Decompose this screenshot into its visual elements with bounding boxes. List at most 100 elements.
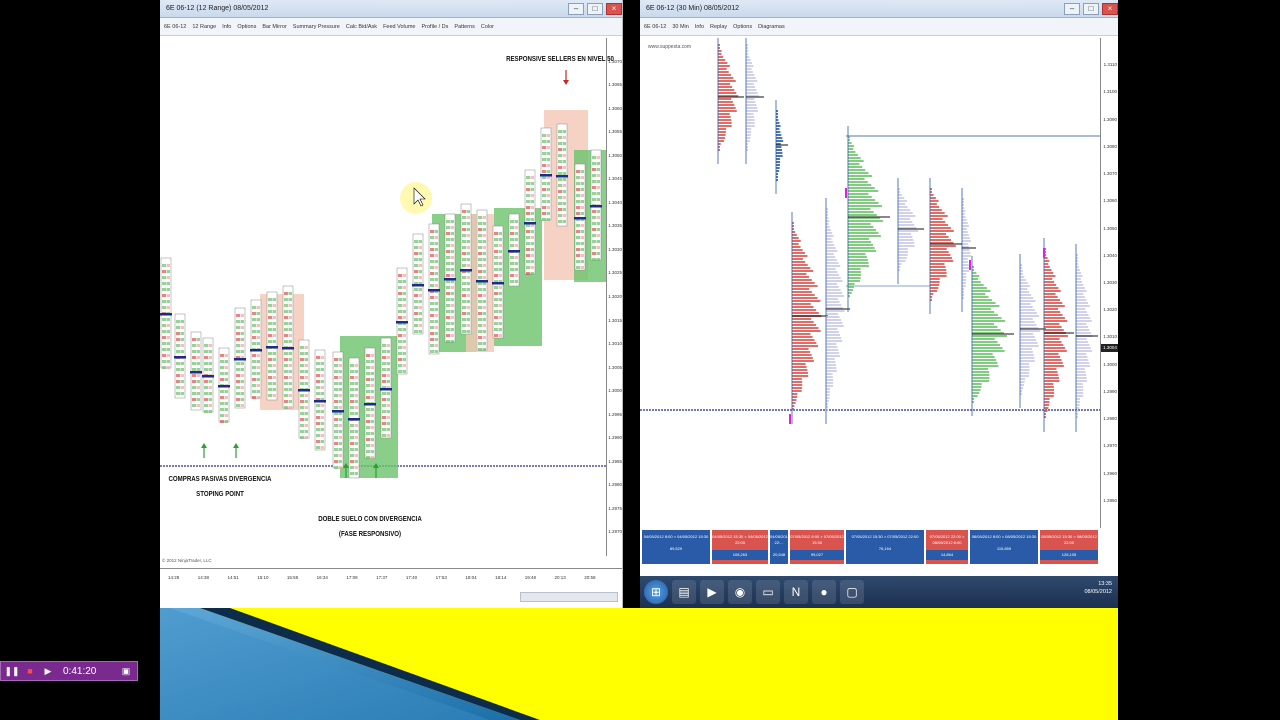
profile-bar — [1044, 401, 1050, 403]
right-toolbar-item[interactable]: Diagramas — [758, 24, 785, 30]
profile-bar — [1044, 305, 1065, 307]
footprint-cell — [576, 236, 580, 239]
profile-bar — [826, 220, 830, 222]
footprint-cell — [576, 206, 580, 209]
left-toolbar-item[interactable]: Info — [222, 24, 231, 30]
session-cell[interactable]: 04/05/2012 15:30 > 04/05/2012 22:00 108,2… — [712, 530, 768, 564]
horizontal-scrollbar[interactable] — [520, 592, 618, 602]
start-button[interactable]: ⊞ — [644, 580, 668, 604]
left-toolbar-item[interactable]: Patterns — [454, 24, 474, 30]
footprint-cell — [284, 298, 288, 301]
footprint-cell — [526, 200, 530, 203]
footprint-cell — [338, 370, 342, 373]
ninjatrader-icon[interactable]: N — [784, 580, 808, 604]
price-tick-label: 1.3030 — [608, 246, 622, 252]
profile-bar — [848, 232, 879, 234]
maximize-button[interactable]: □ — [1083, 2, 1099, 15]
footprint-cell — [446, 310, 450, 313]
profile-bar — [826, 301, 840, 303]
chrome-icon[interactable]: ● — [812, 580, 836, 604]
footprint-cell — [596, 156, 600, 159]
profile-bar — [848, 157, 861, 159]
footprint-cell — [478, 222, 482, 225]
right-toolbar-item[interactable]: 6E 06-12 — [644, 24, 666, 30]
footprint-cell — [284, 328, 288, 331]
pause-button[interactable]: ❚❚ — [4, 664, 19, 678]
profile-bar — [718, 140, 724, 142]
footprint-cell — [482, 216, 486, 219]
left-toolbar-item[interactable]: 12 Range — [192, 24, 216, 30]
profile-bar — [718, 62, 728, 64]
session-cell[interactable]: 08/05/2012 15:30 > 08/05/2012 22:00 128,1… — [1040, 530, 1098, 564]
footprint-cell — [236, 374, 240, 377]
price-axis[interactable]: 1.3110 1.3100 1.3090 1.3080 1.3070 1.3060 1.30… — [1100, 38, 1118, 528]
right-toolbar-item[interactable]: Replay — [710, 24, 727, 30]
session-cell[interactable]: 04/05/2012 22:... 20,548 — [770, 530, 791, 564]
profile-bar — [776, 128, 780, 130]
left-toolbar-item[interactable]: Feed Volume — [383, 24, 415, 30]
footprint-cell — [268, 376, 272, 379]
left-toolbar-item[interactable]: Options — [237, 24, 256, 30]
footprint-cell — [240, 368, 244, 371]
taskbar-clock[interactable]: 13:35 08/05/2012 — [1084, 580, 1112, 596]
footprint-cell — [382, 350, 386, 353]
price-tick-label: 1.2985 — [608, 458, 622, 464]
close-button[interactable]: × — [606, 2, 622, 15]
document-icon[interactable]: ▢ — [840, 580, 864, 604]
footprint-cell — [284, 370, 288, 373]
menu-button[interactable]: ▣ — [119, 664, 133, 678]
stop-button[interactable]: ■ — [23, 664, 37, 678]
profile-bar — [792, 378, 802, 380]
left-toolbar-item[interactable]: Profile / Ds — [421, 24, 448, 30]
close-button[interactable]: × — [1102, 2, 1118, 15]
footprint-cell — [494, 244, 498, 247]
session-cell[interactable]: 07/05/2012 8:00 > 07/05/2012 15:30 99,027 — [790, 530, 844, 564]
right-window-titlebar[interactable]: 6E 06-12 (30 Min) 08/05/2012 – □ × — [640, 0, 1118, 18]
footprint-cell — [166, 294, 170, 297]
media-icon[interactable]: ▶ — [700, 580, 724, 604]
profile-bar — [848, 193, 869, 195]
session-cell[interactable]: 07/05/2012 15:30 > 07/05/2012 22:00 76,16… — [846, 530, 924, 564]
session-cell[interactable]: 04/05/2012 8:00 > 04/05/2012 15:30 89,529 — [642, 530, 710, 564]
left-toolbar-item[interactable]: Summary Pressure — [293, 24, 340, 30]
folder-icon[interactable]: ▭ — [756, 580, 780, 604]
session-cell[interactable]: 07/05/2012 22:00 > 08/05/2012 8:00 14,864 — [926, 530, 968, 564]
footprint-cell — [526, 212, 530, 215]
footprint-cell — [450, 232, 454, 235]
left-window-titlebar[interactable]: 6E 06-12 (12 Range) 08/05/2012 – □ × — [160, 0, 622, 18]
right-toolbar-item[interactable]: 30 Min — [672, 24, 689, 30]
price-axis[interactable]: 1.3070 1.3065 1.3060 1.3055 1.3050 1.3045 1.30… — [606, 38, 622, 556]
profile-bar — [792, 300, 821, 302]
session-range: 04/05/2012 22:... — [770, 534, 791, 545]
explorer-icon[interactable]: ▤ — [672, 580, 696, 604]
footprint-chart-window[interactable]: 6E 06-12 (12 Range) 08/05/2012 – □ × 6E … — [160, 0, 623, 608]
left-toolbar-item[interactable]: 6E 06-12 — [164, 24, 186, 30]
footprint-cell — [466, 210, 470, 213]
right-toolbar-item[interactable]: Options — [733, 24, 752, 30]
poc-marker — [364, 403, 376, 406]
profile-bar — [1044, 278, 1053, 280]
left-toolbar-item[interactable]: Bar Mirror — [262, 24, 286, 30]
footprint-cell — [304, 376, 308, 379]
profile-bar — [972, 347, 1003, 349]
play-button[interactable]: ▶ — [41, 664, 55, 678]
footprint-cell — [162, 300, 166, 303]
footprint-cell — [304, 418, 308, 421]
market-profile-window[interactable]: 6E 06-12 (30 Min) 08/05/2012 – □ × 6E 06… — [640, 0, 1118, 608]
maximize-button[interactable]: □ — [587, 2, 603, 15]
left-toolbar-item[interactable]: Calc Bid/Ask — [346, 24, 377, 30]
footprint-cell — [414, 264, 418, 267]
poc-marker — [396, 321, 408, 324]
footprint-cell — [240, 326, 244, 329]
session-cell[interactable]: 08/05/2012 8:00 > 08/05/2012 15:30 119,85… — [970, 530, 1038, 564]
time-axis[interactable]: 14:28 14:38 14:51 15:10 15:58 16:34 17:08 17:37… — [160, 568, 622, 588]
footprint-cell — [252, 360, 256, 363]
left-toolbar-item[interactable]: Color — [481, 24, 494, 30]
minimize-button[interactable]: – — [568, 2, 584, 15]
profile-bar — [972, 365, 999, 367]
footprint-cell — [204, 386, 208, 389]
minimize-button[interactable]: – — [1064, 2, 1080, 15]
browser-icon[interactable]: ◉ — [728, 580, 752, 604]
volume-profile-chart[interactable]: www.suppesta.com — [640, 38, 1100, 528]
right-toolbar-item[interactable]: Info — [695, 24, 704, 30]
